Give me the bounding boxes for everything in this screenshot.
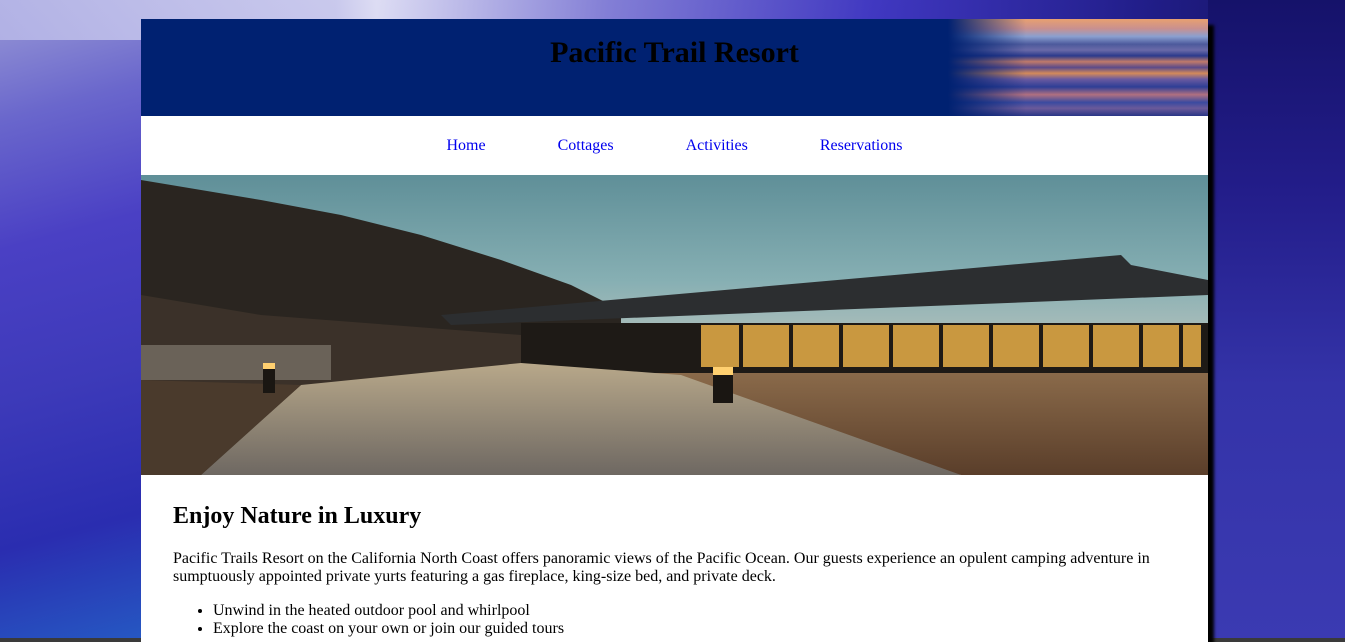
resort-lodge-photo	[141, 175, 1208, 475]
main-content: Enjoy Nature in Luxury Pacific Trails Re…	[141, 503, 1208, 638]
main-nav: Home Cottages Activities Reservations	[141, 116, 1208, 175]
section-heading: Enjoy Nature in Luxury	[173, 503, 422, 529]
background-gradient-right	[1208, 0, 1345, 642]
hero-image	[141, 175, 1208, 475]
nav-link-home[interactable]: Home	[411, 137, 522, 155]
site-title: Pacific Trail Resort	[550, 36, 799, 69]
site-header: Pacific Trail Resort	[141, 19, 1208, 116]
feature-item: Explore the coast on your own or join ou…	[213, 620, 1176, 638]
nav-link-cottages[interactable]: Cottages	[522, 137, 650, 155]
feature-item: Unwind in the heated outdoor pool and wh…	[213, 602, 1176, 620]
page-wrapper: Pacific Trail Resort Home Cottages Activ…	[141, 19, 1208, 642]
nav-link-reservations[interactable]: Reservations	[784, 137, 939, 155]
nav-link-activities[interactable]: Activities	[650, 137, 784, 155]
feature-list: Unwind in the heated outdoor pool and wh…	[173, 602, 1176, 638]
intro-paragraph: Pacific Trails Resort on the California …	[173, 550, 1150, 585]
